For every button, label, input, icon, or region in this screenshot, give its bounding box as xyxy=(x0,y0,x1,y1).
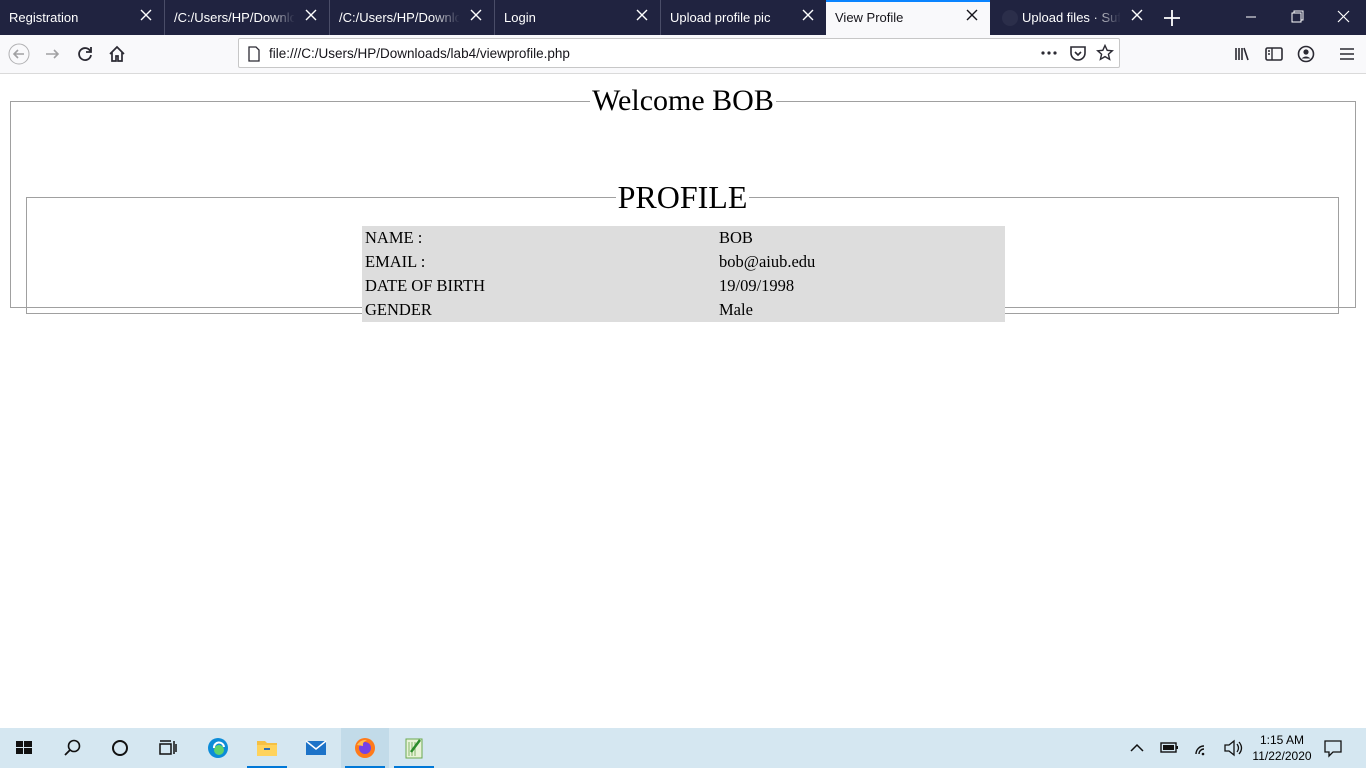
page-content: Welcome BOB PROFILE NAME : BOB EMAIL : b… xyxy=(0,74,1366,728)
tab-view-profile[interactable]: View Profile xyxy=(826,0,990,35)
taskbar-notepad-plus[interactable] xyxy=(390,728,438,768)
tab-close-icon[interactable] xyxy=(469,8,483,22)
mail-icon xyxy=(304,736,328,760)
github-icon xyxy=(1002,10,1018,26)
tab-close-icon[interactable] xyxy=(304,8,318,22)
tab-close-icon[interactable] xyxy=(801,8,815,22)
menu-hamburger-icon[interactable] xyxy=(1336,43,1358,65)
action-center-icon[interactable] xyxy=(1320,728,1346,768)
sidebar-icon[interactable] xyxy=(1263,43,1285,65)
table-row: NAME : BOB xyxy=(362,226,1005,250)
library-icon[interactable] xyxy=(1232,43,1254,65)
restore-icon[interactable] xyxy=(1284,6,1310,28)
battery-icon[interactable] xyxy=(1156,728,1182,768)
account-icon[interactable] xyxy=(1295,43,1317,65)
field-value: Male xyxy=(719,300,753,319)
tab-label: View Profile xyxy=(835,10,904,25)
reload-icon[interactable] xyxy=(74,43,96,65)
start-button[interactable] xyxy=(0,728,48,768)
taskbar-clock[interactable]: 1:15 AM 11/22/2020 xyxy=(1248,732,1316,764)
taskbar-firefox[interactable] xyxy=(341,728,389,768)
new-tab-plus-icon[interactable] xyxy=(1160,6,1184,30)
profile-fieldset: PROFILE NAME : BOB EMAIL : bob@aiub.edu … xyxy=(26,179,1339,322)
windows-logo-icon xyxy=(12,736,36,760)
table-row: EMAIL : bob@aiub.edu xyxy=(362,250,1005,274)
bookmark-star-icon[interactable] xyxy=(1096,43,1114,67)
tab-close-icon[interactable] xyxy=(1130,8,1144,22)
minimize-icon[interactable] xyxy=(1238,6,1264,28)
tab-label: Registration xyxy=(9,10,79,25)
profile-heading: PROFILE xyxy=(617,179,748,215)
task-view-icon xyxy=(156,736,180,760)
tab-downloads-1[interactable]: /C:/Users/HP/Downloads xyxy=(165,0,330,35)
tab-registration[interactable]: Registration xyxy=(0,0,165,35)
cortana-button[interactable] xyxy=(96,728,144,768)
edge-browser-icon xyxy=(206,736,230,760)
field-label: GENDER xyxy=(365,300,432,319)
field-value: 19/09/1998 xyxy=(719,276,795,295)
taskbar-file-explorer[interactable] xyxy=(243,728,291,768)
tab-bar: Registration /C:/Users/HP/Downloads /C:/… xyxy=(0,0,1366,35)
notepad-plus-plus-icon xyxy=(402,736,426,760)
tab-upload-files[interactable]: Upload files · Sufimas xyxy=(990,0,1155,35)
close-window-icon[interactable] xyxy=(1330,6,1356,28)
taskbar-edge[interactable] xyxy=(194,728,242,768)
search-button[interactable] xyxy=(48,728,96,768)
field-value: BOB xyxy=(719,228,753,247)
table-row: GENDER Male xyxy=(362,298,1005,322)
back-arrow-icon[interactable] xyxy=(8,43,30,65)
more-actions-icon[interactable] xyxy=(1040,44,1058,67)
clock-time: 1:15 AM xyxy=(1259,733,1305,747)
table-row: DATE OF BIRTH 19/09/1998 xyxy=(362,274,1005,298)
welcome-fieldset: Welcome BOB PROFILE NAME : BOB EMAIL : b… xyxy=(10,84,1356,322)
tab-upload-profile-pic[interactable]: Upload profile pic xyxy=(661,0,826,35)
tab-login[interactable]: Login xyxy=(495,0,661,35)
page-icon xyxy=(247,46,261,67)
cortana-circle-icon xyxy=(108,736,132,760)
field-label: DATE OF BIRTH xyxy=(365,276,486,295)
tab-downloads-2[interactable]: /C:/Users/HP/Downloads xyxy=(330,0,495,35)
task-view-button[interactable] xyxy=(144,728,192,768)
home-icon[interactable] xyxy=(106,43,128,65)
taskbar-mail[interactable] xyxy=(292,728,340,768)
pocket-icon[interactable] xyxy=(1069,44,1087,67)
show-hidden-icons[interactable] xyxy=(1126,728,1148,768)
field-label: EMAIL : xyxy=(365,252,426,271)
navigation-toolbar: file:///C:/Users/HP/Downloads/lab4/viewp… xyxy=(0,35,1366,74)
clock-date: 11/22/2020 xyxy=(1252,749,1312,763)
tab-close-icon[interactable] xyxy=(139,8,153,22)
welcome-heading: Welcome BOB xyxy=(592,84,774,117)
windows-taskbar: 1:15 AM 11/22/2020 xyxy=(0,728,1366,768)
url-bar[interactable]: file:///C:/Users/HP/Downloads/lab4/viewp… xyxy=(238,38,1120,68)
network-icon[interactable] xyxy=(1190,728,1216,768)
url-text: file:///C:/Users/HP/Downloads/lab4/viewp… xyxy=(269,46,570,61)
forward-arrow-icon[interactable] xyxy=(42,43,64,65)
tab-label: Login xyxy=(504,10,536,25)
field-label: NAME : xyxy=(365,228,423,247)
field-value: bob@aiub.edu xyxy=(719,252,816,271)
volume-icon[interactable] xyxy=(1221,728,1247,768)
search-icon xyxy=(60,736,84,760)
profile-table: NAME : BOB EMAIL : bob@aiub.edu DATE OF … xyxy=(362,226,1005,322)
firefox-icon xyxy=(353,736,377,760)
folder-icon xyxy=(255,736,279,760)
tab-label: Upload profile pic xyxy=(670,10,771,25)
tab-close-icon[interactable] xyxy=(965,8,979,22)
tab-close-icon[interactable] xyxy=(635,8,649,22)
